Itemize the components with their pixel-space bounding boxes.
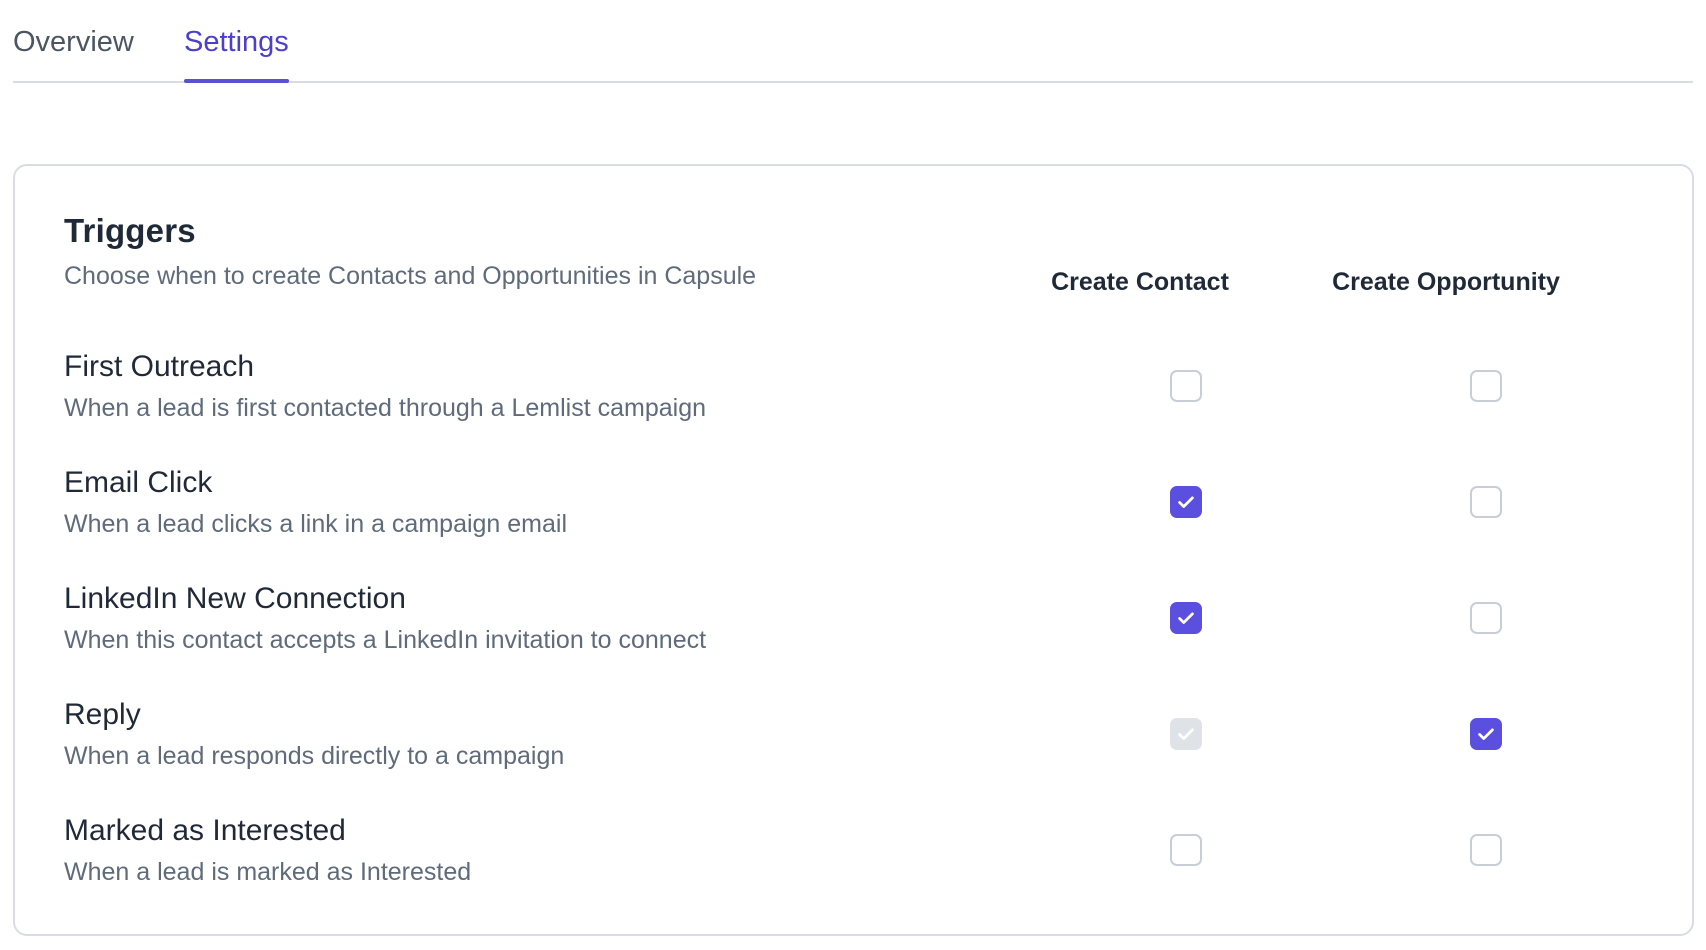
create-contact-checkbox	[1170, 718, 1202, 750]
check-icon	[1178, 728, 1194, 740]
create-opportunity-checkbox[interactable]	[1470, 602, 1502, 634]
trigger-title: Marked as Interested	[64, 814, 346, 847]
triggers-card: Triggers Choose when to create Contacts …	[13, 164, 1694, 936]
column-header-create-contact: Create Contact	[1051, 268, 1229, 296]
create-opportunity-checkbox[interactable]	[1470, 718, 1502, 750]
check-icon	[1178, 612, 1194, 624]
trigger-row-first-outreach: First Outreach When a lead is first cont…	[64, 350, 1664, 450]
trigger-title: Reply	[64, 698, 141, 731]
check-icon	[1478, 728, 1494, 740]
trigger-description: When a lead clicks a link in a campaign …	[64, 510, 568, 538]
trigger-description: When a lead is marked as Interested	[64, 858, 472, 886]
trigger-title: Email Click	[64, 466, 213, 499]
create-opportunity-checkbox[interactable]	[1470, 370, 1502, 402]
create-contact-checkbox[interactable]	[1170, 370, 1202, 402]
trigger-description: When this contact accepts a LinkedIn inv…	[64, 626, 707, 654]
trigger-row-linkedin-new-connection: LinkedIn New Connection When this contac…	[64, 582, 1664, 682]
create-contact-checkbox[interactable]	[1170, 602, 1202, 634]
trigger-row-email-click: Email Click When a lead clicks a link in…	[64, 466, 1664, 566]
create-contact-checkbox[interactable]	[1170, 834, 1202, 866]
trigger-description: When a lead responds directly to a campa…	[64, 742, 565, 770]
column-header-create-opportunity: Create Opportunity	[1332, 268, 1560, 296]
card-title: Triggers	[64, 212, 196, 249]
trigger-title: LinkedIn New Connection	[64, 582, 406, 615]
create-opportunity-checkbox[interactable]	[1470, 834, 1502, 866]
create-contact-checkbox[interactable]	[1170, 486, 1202, 518]
trigger-description: When a lead is first contacted through a…	[64, 394, 707, 422]
trigger-row-reply: Reply When a lead responds directly to a…	[64, 698, 1664, 798]
check-icon	[1178, 496, 1194, 508]
tab-overview[interactable]: Overview	[13, 24, 134, 81]
create-opportunity-checkbox[interactable]	[1470, 486, 1502, 518]
trigger-title: First Outreach	[64, 350, 255, 383]
tab-settings[interactable]: Settings	[184, 24, 289, 83]
trigger-row-marked-as-interested: Marked as Interested When a lead is mark…	[64, 814, 1664, 914]
card-subtitle: Choose when to create Contacts and Oppor…	[64, 262, 757, 290]
tab-bar: Overview Settings	[13, 0, 1693, 83]
